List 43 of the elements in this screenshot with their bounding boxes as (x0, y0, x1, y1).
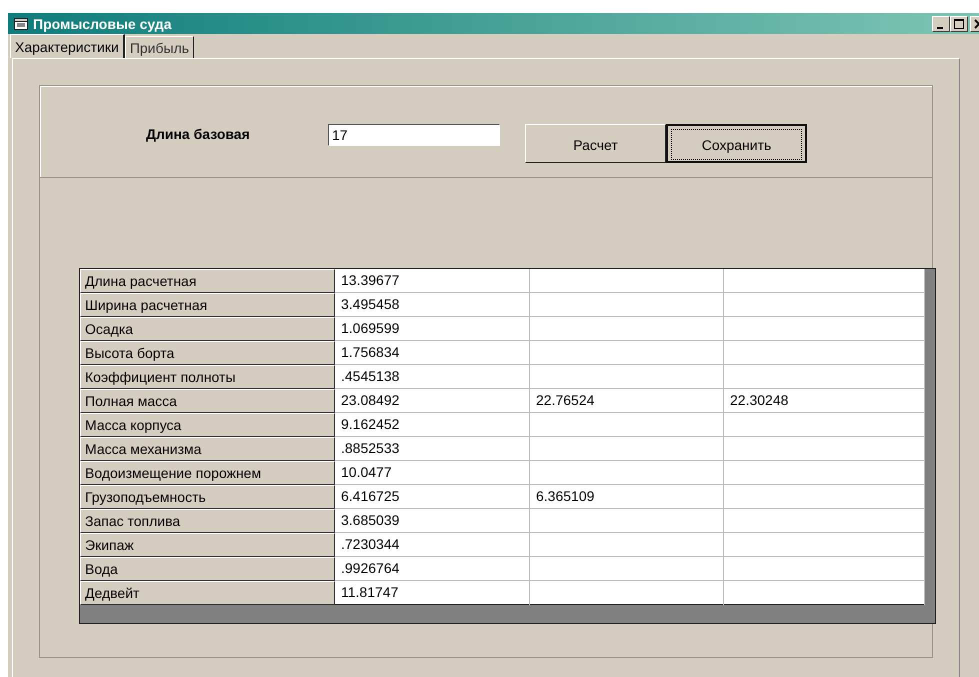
table-cell: 10.0477 (335, 461, 530, 485)
table-cell: 6.365109 (530, 485, 724, 509)
table-cell: 11.81747 (335, 581, 530, 605)
table-cell: 3.685039 (335, 509, 530, 533)
tab[interactable]: Характеристики (10, 34, 125, 58)
table-cell: .7230344 (335, 533, 530, 557)
row-header: Водоизмещение порожнем (80, 461, 335, 485)
table-cell: .4545138 (335, 365, 530, 389)
table-cell: 6.416725 (335, 485, 530, 509)
maximize-icon (954, 18, 964, 28)
table-cell: 1.069599 (335, 317, 530, 341)
table-cell: 1.756834 (335, 341, 530, 365)
table-cell: .8852533 (335, 437, 530, 461)
row-header: Запас топлива (80, 509, 335, 533)
row-header: Вода (80, 557, 335, 581)
row-header: Полная масса (80, 389, 335, 413)
row-header: Ширина расчетная (80, 293, 335, 317)
field-label: Длина базовая (146, 126, 251, 142)
action-button[interactable]: Расчет (525, 124, 666, 163)
row-header: Высота борта (80, 341, 335, 365)
row-header: Осадка (80, 317, 335, 341)
row-header: Длина расчетная (80, 269, 335, 293)
row-header: Дедвейт (80, 581, 335, 605)
window-title: Промысловые суда (33, 16, 172, 32)
window-icon (14, 17, 28, 30)
tab[interactable]: Прибыль (124, 36, 194, 58)
maximize-button[interactable] (950, 16, 968, 32)
row-header: Грузоподъемность (80, 485, 335, 509)
table-cell: 22.30248 (724, 389, 925, 413)
row-header: Экипаж (80, 533, 335, 557)
table-cell: 9.162452 (335, 413, 530, 437)
table-cell: 13.39677 (335, 269, 530, 293)
table-cell: 3.495458 (335, 293, 530, 317)
table-cell: 22.76524 (530, 389, 724, 413)
table-cell: 23.08492 (335, 389, 530, 413)
row-header: Масса механизма (80, 437, 335, 461)
minimize-button[interactable] (932, 16, 950, 32)
row-header: Коэффициент полноты (80, 365, 335, 389)
table-cell: .9926764 (335, 557, 530, 581)
action-button[interactable]: Сохранить (666, 124, 807, 163)
minimize-icon (936, 26, 942, 28)
row-header: Масса корпуса (80, 413, 335, 437)
input-field[interactable]: 17 (328, 124, 500, 146)
